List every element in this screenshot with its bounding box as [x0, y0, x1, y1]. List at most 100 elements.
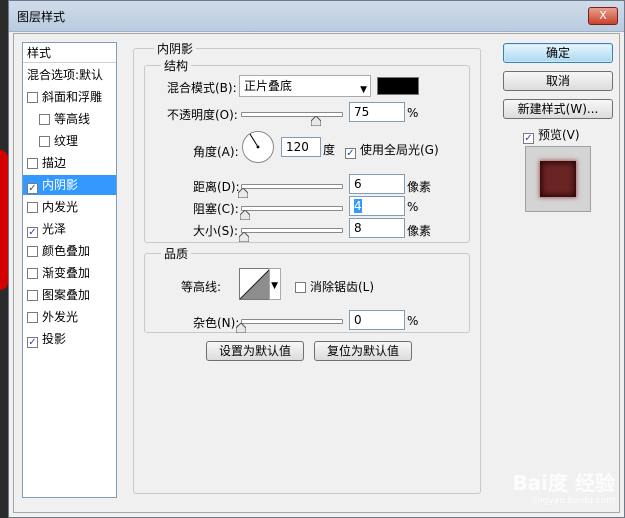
new-style-button[interactable]: 新建样式(W)... [503, 99, 613, 119]
style-item-label: 图案叠加 [42, 288, 91, 302]
blend-mode-label: 混合模式(B): [167, 81, 237, 95]
reset-default-button[interactable]: 复位为默认值 [314, 341, 412, 361]
ok-button[interactable]: 确定 [503, 43, 613, 63]
watermark-text: Bai度 经验 [512, 471, 615, 495]
noise-label: 杂色(N): [193, 316, 240, 330]
style-item[interactable]: 光泽 [23, 219, 116, 239]
quality-group: 品质 等高线: ▼ 消除锯齿(L) 杂色(N): 0 % [144, 245, 470, 333]
anti-alias-check-icon [295, 282, 306, 293]
preview-label: 预览(V) [538, 128, 580, 142]
distance-label: 距离(D): [193, 180, 240, 194]
styles-header[interactable]: 样式 [23, 43, 116, 63]
checkbox-icon[interactable] [27, 92, 38, 103]
style-item[interactable]: 描边 [23, 153, 116, 173]
style-item[interactable]: 投影 [23, 329, 116, 349]
size-slider[interactable] [241, 228, 343, 233]
style-item[interactable]: 外发光 [23, 307, 116, 327]
style-item-label: 等高线 [54, 112, 91, 126]
checkbox-icon[interactable] [27, 158, 38, 169]
checkbox-icon[interactable] [27, 312, 38, 323]
style-item[interactable]: 内发光 [23, 197, 116, 217]
baidu-watermark: Bai度 经验 jingyan.baidu.com [512, 467, 615, 506]
style-item[interactable]: 图案叠加 [23, 285, 116, 305]
size-slider-thumb[interactable] [239, 232, 249, 242]
style-item-label: 颜色叠加 [42, 244, 91, 258]
angle-unit: 度 [323, 143, 336, 157]
style-item[interactable]: 等高线 [23, 109, 116, 129]
size-unit: 像素 [407, 224, 432, 238]
opacity-unit: % [407, 106, 419, 120]
inner-shadow-panel: 内阴影 结构 混合模式(B): 正片叠底 ▼ 不透明度(O): 75 % 角度(… [133, 40, 481, 494]
distance-input[interactable]: 6 [349, 174, 405, 194]
distance-unit: 像素 [407, 180, 432, 194]
blend-mode-select[interactable]: 正片叠底 ▼ [239, 75, 371, 97]
anti-alias-checkbox[interactable]: 消除锯齿(L) [295, 278, 374, 295]
layer-style-dialog: 图层样式 X 样式 混合选项:默认 斜面和浮雕等高线纹理描边内阴影内发光光泽颜色… [8, 0, 625, 518]
quality-title: 品质 [161, 245, 192, 262]
global-light-check-icon [345, 148, 356, 159]
structure-title: 结构 [161, 57, 192, 74]
angle-input[interactable]: 120 [281, 137, 321, 157]
style-item-label: 斜面和浮雕 [42, 90, 103, 104]
choke-label: 阻塞(C): [193, 202, 239, 216]
contour-picker[interactable] [239, 268, 271, 300]
preview-swatch [540, 161, 576, 197]
dialog-body: 样式 混合选项:默认 斜面和浮雕等高线纹理描边内阴影内发光光泽颜色叠加渐变叠加图… [13, 33, 620, 513]
choke-slider-thumb[interactable] [240, 210, 250, 220]
style-item-label: 纹理 [54, 134, 79, 148]
anti-alias-label: 消除锯齿(L) [310, 280, 375, 294]
preview-check-icon [523, 133, 534, 144]
style-item[interactable]: 纹理 [23, 131, 116, 151]
structure-group: 结构 混合模式(B): 正片叠底 ▼ 不透明度(O): 75 % 角度(A): [144, 57, 470, 243]
set-default-button[interactable]: 设置为默认值 [206, 341, 304, 361]
opacity-slider-thumb[interactable] [311, 116, 321, 126]
watermark-url: jingyan.baidu.com [531, 496, 615, 506]
global-light-checkbox[interactable]: 使用全局光(G) [345, 141, 439, 159]
distance-slider[interactable] [241, 184, 343, 189]
blend-color-swatch[interactable] [377, 77, 419, 95]
style-item[interactable]: 渐变叠加 [23, 263, 116, 283]
opacity-input[interactable]: 75 [349, 102, 405, 122]
noise-input[interactable]: 0 [349, 310, 405, 330]
contour-curve-icon [239, 268, 271, 300]
checkbox-icon[interactable] [27, 202, 38, 213]
checkbox-icon[interactable] [27, 246, 38, 257]
checkbox-icon[interactable] [27, 337, 38, 348]
preview-checkbox[interactable]: 预览(V) [523, 126, 580, 144]
contour-label: 等高线: [181, 280, 222, 294]
contour-dropdown[interactable]: ▼ [269, 268, 281, 300]
angle-dial[interactable] [241, 130, 275, 164]
choke-input[interactable]: 4 [349, 196, 405, 216]
style-item-label: 渐变叠加 [42, 266, 91, 280]
style-item[interactable]: 颜色叠加 [23, 241, 116, 261]
noise-slider-thumb[interactable] [236, 323, 246, 333]
style-item-label: 描边 [42, 156, 67, 170]
checkbox-icon[interactable] [27, 227, 38, 238]
blend-options-item[interactable]: 混合选项:默认 [23, 65, 116, 85]
style-item[interactable]: 斜面和浮雕 [23, 87, 116, 107]
close-button[interactable]: X [588, 7, 618, 25]
choke-value: 4 [354, 199, 362, 213]
style-item-label: 内发光 [42, 200, 79, 214]
inner-shadow-title: 内阴影 [154, 40, 197, 57]
style-item[interactable]: 内阴影 [23, 175, 116, 195]
style-item-label: 投影 [42, 332, 67, 346]
size-input[interactable]: 8 [349, 218, 405, 238]
checkbox-icon[interactable] [39, 136, 50, 147]
cancel-button[interactable]: 取消 [503, 71, 613, 91]
style-item-label: 光泽 [42, 222, 67, 236]
choke-slider[interactable] [241, 206, 343, 211]
distance-slider-thumb[interactable] [238, 188, 248, 198]
dropdown-arrow-icon: ▼ [360, 85, 367, 95]
opacity-slider[interactable] [241, 112, 343, 117]
checkbox-icon[interactable] [27, 183, 38, 194]
noise-slider[interactable] [241, 319, 343, 324]
style-preview [525, 146, 591, 212]
size-label: 大小(S): [193, 224, 239, 238]
checkbox-icon[interactable] [27, 290, 38, 301]
checkbox-icon[interactable] [27, 268, 38, 279]
title-bar: 图层样式 X [9, 1, 624, 32]
checkbox-icon[interactable] [39, 114, 50, 125]
blend-mode-value: 正片叠底 [244, 79, 293, 93]
dropdown-arrow-icon: ▼ [271, 281, 278, 291]
